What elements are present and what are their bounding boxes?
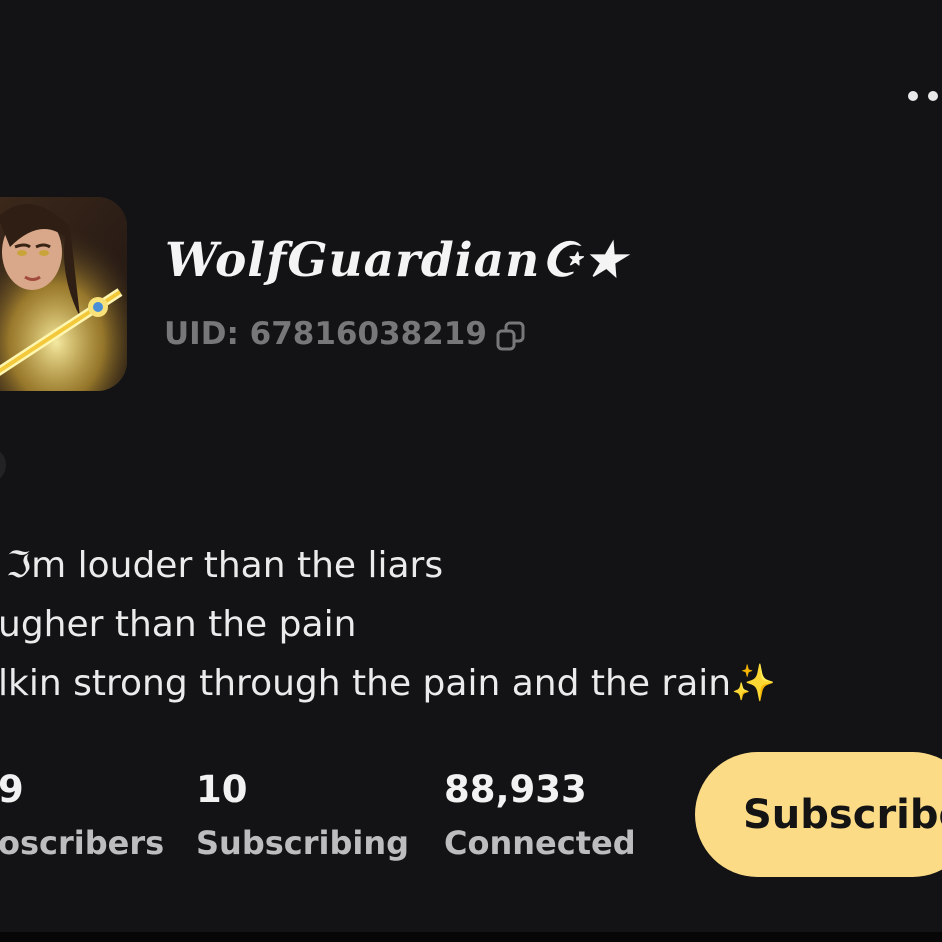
- stat-subscribing[interactable]: 10 Subscribing: [196, 768, 409, 862]
- stat-value: 88,933: [444, 768, 587, 811]
- uid-row: UID: 67816038219: [164, 312, 527, 356]
- more-dots-icon[interactable]: [908, 85, 942, 109]
- stat-label: oscribers: [0, 824, 165, 862]
- avatar[interactable]: [0, 197, 127, 391]
- uid-text: UID: 67816038219: [164, 316, 487, 352]
- copy-icon[interactable]: [495, 320, 527, 352]
- stat-value: 9: [0, 768, 24, 811]
- stat-label: Connected: [444, 824, 636, 862]
- stat-value: 10: [196, 768, 248, 811]
- bottom-divider: [0, 932, 942, 942]
- subscribe-button[interactable]: Subscribe: [695, 752, 942, 877]
- bio-line-text: ℑm louder than the liars: [6, 545, 444, 586]
- stat-label: Subscribing: [196, 824, 410, 862]
- stat-connected[interactable]: 88,933 Connected: [444, 768, 636, 862]
- bio-line-text: ugher than the pain: [0, 604, 357, 645]
- stat-subscribers[interactable]: 9 oscribers: [0, 768, 164, 862]
- username: WolfGuardian☪︎★: [165, 233, 627, 288]
- edge-icon[interactable]: [0, 447, 6, 483]
- warrior-portrait-image: [0, 197, 127, 391]
- bio-line-text: lkin strong through the pain and the rai…: [0, 663, 776, 704]
